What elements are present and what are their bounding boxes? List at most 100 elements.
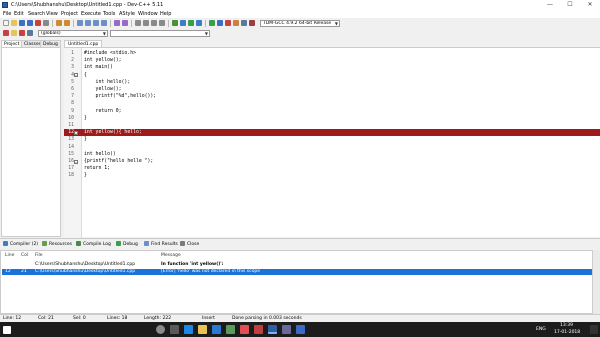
project-settings-icon[interactable] (27, 30, 33, 36)
task-view-icon[interactable] (170, 325, 179, 334)
code-line[interactable]: 4− { (64, 72, 600, 79)
fold-toggle-icon[interactable]: − (74, 130, 78, 135)
save-all-icon[interactable] (27, 20, 33, 26)
column-header-line[interactable]: Line (5, 253, 14, 258)
tab-find-results[interactable]: Find Results (144, 241, 178, 248)
indent-icon[interactable] (135, 20, 141, 26)
app-icon[interactable] (254, 325, 263, 334)
new-file-icon[interactable] (3, 20, 9, 26)
rebuild-icon[interactable] (196, 20, 202, 26)
app-icon[interactable] (296, 325, 305, 334)
tab-compiler[interactable]: Compiler (2) (3, 241, 38, 248)
devcpp-taskbar-icon[interactable] (268, 325, 277, 334)
debug-icon[interactable] (209, 20, 215, 26)
column-header-col[interactable]: Col (21, 253, 28, 258)
menu-project[interactable]: Project (61, 11, 78, 17)
save-icon[interactable] (19, 20, 25, 26)
redo-icon[interactable] (64, 20, 70, 26)
code-line[interactable]: 2 int yellow(); (64, 57, 600, 64)
code-line[interactable]: 8 (64, 100, 600, 107)
new-project-icon[interactable] (3, 30, 9, 36)
file-explorer-icon[interactable] (198, 325, 207, 334)
tab-resources[interactable]: Resources (42, 241, 72, 248)
column-header-message[interactable]: Message (161, 253, 181, 258)
open-project-icon[interactable] (11, 30, 17, 36)
close-window-button[interactable]: ✕ (580, 0, 600, 10)
delete-profile-icon[interactable] (249, 20, 255, 26)
input-language[interactable]: ENG (536, 327, 546, 332)
menu-file[interactable]: File (3, 11, 11, 17)
goto-bookmark-icon[interactable] (122, 20, 128, 26)
code-line[interactable]: 9 return 0; (64, 108, 600, 115)
menu-astyle[interactable]: AStyle (119, 11, 135, 17)
edge-icon[interactable] (184, 325, 193, 334)
mail-icon[interactable] (226, 325, 235, 334)
tab-close[interactable]: Close (180, 241, 199, 248)
open-folder-icon[interactable] (11, 20, 17, 26)
code-editor[interactable]: 1 #include <stdio.h> 2 int yellow(); 3 int ma… (64, 47, 600, 238)
unindent-icon[interactable] (143, 20, 149, 26)
find-next-icon[interactable] (93, 20, 99, 26)
compiler-select[interactable]: TDM-GCC 4.9.2 64-bit Release ▼ (260, 20, 340, 27)
fullscreen-icon[interactable] (159, 20, 165, 26)
app-icon[interactable] (282, 325, 291, 334)
clock-time[interactable]: 13:39 (560, 323, 573, 328)
compile-icon[interactable] (172, 20, 178, 26)
menu-tools[interactable]: Tools (103, 11, 115, 17)
toggle-comment-icon[interactable] (151, 20, 157, 26)
code-line-error[interactable]: 12− int yellow(){ hello; (64, 129, 600, 137)
messages-scrollbar[interactable] (592, 250, 600, 314)
code-line[interactable]: 11 (64, 122, 600, 129)
code-line[interactable]: 13} (64, 136, 600, 143)
code-line[interactable]: 14 (64, 144, 600, 151)
tab-debug-output[interactable]: Debug (116, 241, 138, 248)
menu-edit[interactable]: Edit (14, 11, 24, 17)
project-remove-icon[interactable] (19, 30, 25, 36)
project-browser[interactable] (1, 47, 61, 237)
stop-execution-icon[interactable] (225, 20, 231, 26)
compile-run-icon[interactable] (188, 20, 194, 26)
message-row[interactable]: C:\Users\Shubhanshu\Desktop\Untitled1.cp… (2, 262, 593, 268)
windows-start-icon[interactable] (3, 326, 11, 334)
goto-line-icon[interactable] (101, 20, 107, 26)
chrome-icon[interactable] (240, 325, 249, 334)
code-line[interactable]: 10} (64, 115, 600, 122)
project-options-icon[interactable] (241, 20, 247, 26)
fold-toggle-icon[interactable]: − (74, 73, 78, 78)
close-file-icon[interactable] (35, 20, 41, 26)
profile-icon[interactable] (233, 20, 239, 26)
find-icon[interactable] (77, 20, 83, 26)
menu-help[interactable]: Help (160, 11, 171, 17)
fold-toggle-icon[interactable]: − (74, 159, 78, 164)
store-icon[interactable] (212, 325, 221, 334)
search-icon[interactable] (156, 325, 165, 334)
bookmark-icon[interactable] (114, 20, 120, 26)
print-icon[interactable] (43, 20, 49, 26)
menu-execute[interactable]: Execute (81, 11, 101, 17)
code-line[interactable]: 18} (64, 172, 600, 179)
run-icon[interactable] (180, 20, 186, 26)
tab-project[interactable]: Project (1, 40, 23, 47)
minimize-button[interactable]: — (540, 0, 560, 10)
message-row-selected[interactable]: 12 21 C:\Users\Shubhanshu\Desktop\Untitl… (2, 269, 593, 275)
code-line[interactable]: 16− {printf("hello helle "); (64, 158, 600, 165)
clock-date[interactable]: 17-01-2018 (554, 330, 580, 335)
menu-view[interactable]: View (46, 11, 58, 17)
code-line[interactable]: 5 int hello(); (64, 79, 600, 86)
scope-select[interactable]: (globals) ▼ (38, 30, 108, 37)
code-line[interactable]: 7 printf("%d",hello()); (64, 93, 600, 100)
check-syntax-icon[interactable] (217, 20, 223, 26)
maximize-button[interactable]: ☐ (560, 0, 580, 10)
notification-icon[interactable] (590, 325, 598, 334)
editor-tab-untitled1[interactable]: Untitled1.cpp (64, 40, 103, 47)
tab-compile-log[interactable]: Compile Log (76, 241, 111, 248)
code-line[interactable]: 1 #include <stdio.h> (64, 50, 600, 57)
function-select[interactable]: ▼ (110, 30, 210, 37)
code-line[interactable]: 3 int main() (64, 64, 600, 71)
tab-debug[interactable]: Debug (40, 40, 61, 47)
menu-search[interactable]: Search (28, 11, 45, 17)
code-line[interactable]: 17 return 1; (64, 165, 600, 172)
menu-window[interactable]: Window (138, 11, 158, 17)
undo-icon[interactable] (56, 20, 62, 26)
replace-icon[interactable] (85, 20, 91, 26)
